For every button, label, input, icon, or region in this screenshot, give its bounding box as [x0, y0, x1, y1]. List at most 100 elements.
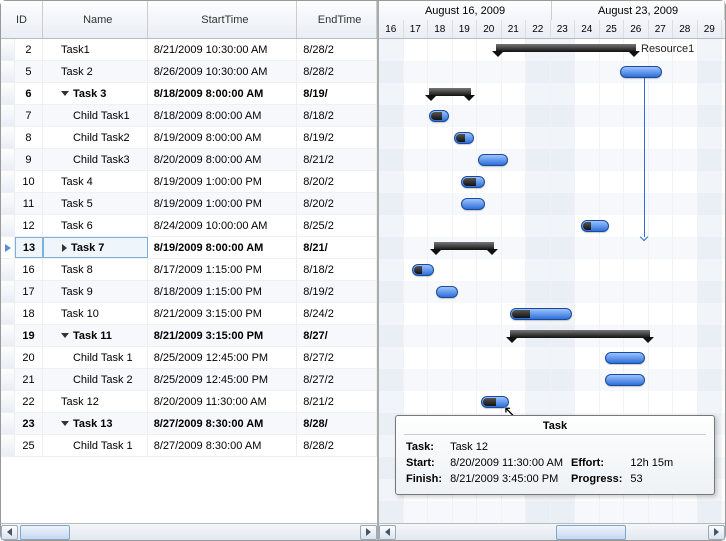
cell-start[interactable]: 8/17/2009 1:15:00 PM [148, 259, 298, 280]
cell-id[interactable]: 10 [15, 171, 43, 192]
cell-id[interactable]: 2 [15, 39, 43, 60]
day-header[interactable]: 21 [502, 20, 527, 38]
col-header-id[interactable]: ID [1, 1, 43, 38]
cell-end[interactable]: 8/28/2 [297, 61, 377, 82]
table-row[interactable]: 21Child Task 28/25/2009 12:45:00 PM8/27/… [1, 369, 377, 391]
cell-start[interactable]: 8/21/2009 10:30:00 AM [148, 39, 298, 60]
task-bar[interactable] [454, 132, 474, 144]
row-header[interactable] [1, 281, 15, 302]
cell-id[interactable]: 9 [15, 149, 43, 170]
row-header[interactable] [1, 39, 15, 60]
cell-name[interactable]: Child Task2 [43, 127, 148, 148]
day-header[interactable]: 17 [404, 20, 429, 38]
cell-end[interactable]: 8/19/ [297, 83, 377, 104]
task-bar[interactable] [605, 352, 645, 364]
table-row[interactable]: 9Child Task38/20/2009 8:00:00 AM8/21/2 [1, 149, 377, 171]
row-header[interactable] [1, 105, 15, 126]
cell-end[interactable]: 8/20/2 [297, 193, 377, 214]
summary-bar[interactable] [429, 88, 471, 96]
scroll-thumb[interactable] [20, 525, 70, 540]
table-row[interactable]: 2Task18/21/2009 10:30:00 AM8/28/2 [1, 39, 377, 61]
cell-name[interactable]: Child Task3 [43, 149, 148, 170]
cell-name[interactable]: Task 12 [43, 391, 148, 412]
cell-name[interactable]: Task 6 [43, 215, 148, 236]
cell-start[interactable]: 8/18/2009 8:00:00 AM [148, 105, 298, 126]
cell-start[interactable]: 8/25/2009 12:45:00 PM [148, 369, 298, 390]
gantt-hscroll[interactable] [379, 523, 725, 540]
task-bar[interactable] [478, 154, 508, 166]
summary-bar[interactable] [510, 330, 650, 338]
grid-body[interactable]: 2Task18/21/2009 10:30:00 AM8/28/25Task 2… [1, 39, 377, 523]
table-row[interactable]: 23Task 138/27/2009 8:30:00 AM8/28/ [1, 413, 377, 435]
week-header-2[interactable]: August 23, 2009 [552, 1, 725, 20]
scroll-track[interactable] [18, 525, 360, 540]
cell-end[interactable]: 8/20/2 [297, 171, 377, 192]
day-header[interactable]: 20 [477, 20, 502, 38]
table-row[interactable]: 19Task 118/21/2009 3:15:00 PM8/27/ [1, 325, 377, 347]
cell-id[interactable]: 5 [15, 61, 43, 82]
cell-name[interactable]: Child Task 1 [43, 347, 148, 368]
col-header-start[interactable]: StartTime [148, 1, 298, 38]
cell-id[interactable]: 16 [15, 259, 43, 280]
cell-start[interactable]: 8/27/2009 8:30:00 AM [148, 435, 298, 456]
cell-end[interactable]: 8/18/2 [297, 105, 377, 126]
cell-name[interactable]: Task 3 [43, 83, 148, 104]
table-row[interactable]: 5Task 28/26/2009 10:30:00 AM8/28/2 [1, 61, 377, 83]
scroll-right-button[interactable] [360, 525, 377, 540]
cell-start[interactable]: 8/20/2009 8:00:00 AM [148, 149, 298, 170]
scroll-track[interactable] [396, 525, 708, 540]
cell-end[interactable]: 8/21/2 [297, 391, 377, 412]
day-header[interactable]: 25 [600, 20, 625, 38]
table-row[interactable]: 16Task 88/17/2009 1:15:00 PM8/18/2 [1, 259, 377, 281]
cell-start[interactable]: 8/27/2009 8:30:00 AM [148, 413, 298, 434]
table-row[interactable]: 25Child Task 18/27/2009 8:30:00 AM8/28/2 [1, 435, 377, 457]
cell-name[interactable]: Child Task1 [43, 105, 148, 126]
cell-name[interactable]: Task 13 [43, 413, 148, 434]
table-row[interactable]: 18Task 108/21/2009 3:15:00 PM8/24/2 [1, 303, 377, 325]
day-header[interactable]: 23 [551, 20, 576, 38]
cell-id[interactable]: 17 [15, 281, 43, 302]
cell-name[interactable]: Task 5 [43, 193, 148, 214]
day-header[interactable]: 27 [649, 20, 674, 38]
task-bar[interactable] [436, 286, 458, 298]
cell-start[interactable]: 8/19/2009 8:00:00 AM [148, 127, 298, 148]
cell-name[interactable]: Task 8 [43, 259, 148, 280]
cell-start[interactable]: 8/19/2009 1:00:00 PM [148, 171, 298, 192]
table-row[interactable]: 8Child Task28/19/2009 8:00:00 AM8/19/2 [1, 127, 377, 149]
table-row[interactable]: 20Child Task 18/25/2009 12:45:00 PM8/27/… [1, 347, 377, 369]
day-header[interactable]: 22 [526, 20, 551, 38]
day-header[interactable]: 28 [673, 20, 698, 38]
cell-start[interactable]: 8/19/2009 8:00:00 AM [148, 237, 298, 258]
row-header[interactable] [1, 303, 15, 324]
day-header[interactable]: 29 [698, 20, 723, 38]
cell-start[interactable]: 8/20/2009 11:30:00 AM [148, 391, 298, 412]
cell-name[interactable]: Task 4 [43, 171, 148, 192]
cell-start[interactable]: 8/19/2009 1:00:00 PM [148, 193, 298, 214]
cell-end[interactable]: 8/18/2 [297, 259, 377, 280]
chevron-right-icon[interactable] [62, 244, 67, 252]
day-header[interactable]: 19 [453, 20, 478, 38]
cell-id[interactable]: 6 [15, 83, 43, 104]
cell-start[interactable]: 8/21/2009 3:15:00 PM [148, 325, 298, 346]
row-header[interactable] [1, 149, 15, 170]
row-header[interactable] [1, 413, 15, 434]
row-header[interactable] [1, 61, 15, 82]
cell-id[interactable]: 21 [15, 369, 43, 390]
row-header[interactable] [1, 347, 15, 368]
row-header[interactable] [1, 171, 15, 192]
cell-name[interactable]: Child Task 2 [43, 369, 148, 390]
row-header[interactable] [1, 237, 15, 258]
cell-name[interactable]: Task 11 [43, 325, 148, 346]
cell-id[interactable]: 19 [15, 325, 43, 346]
scroll-thumb[interactable] [556, 525, 626, 540]
cell-name[interactable]: Task 7 [43, 237, 148, 258]
cell-id[interactable]: 7 [15, 105, 43, 126]
cell-start[interactable]: 8/18/2009 1:15:00 PM [148, 281, 298, 302]
table-row[interactable]: 12Task 68/24/2009 10:00:00 AM8/25/2 [1, 215, 377, 237]
cell-end[interactable]: 8/27/2 [297, 369, 377, 390]
cell-id[interactable]: 8 [15, 127, 43, 148]
row-header[interactable] [1, 127, 15, 148]
row-header[interactable] [1, 325, 15, 346]
task-bar[interactable] [510, 308, 572, 320]
cell-id[interactable]: 23 [15, 413, 43, 434]
